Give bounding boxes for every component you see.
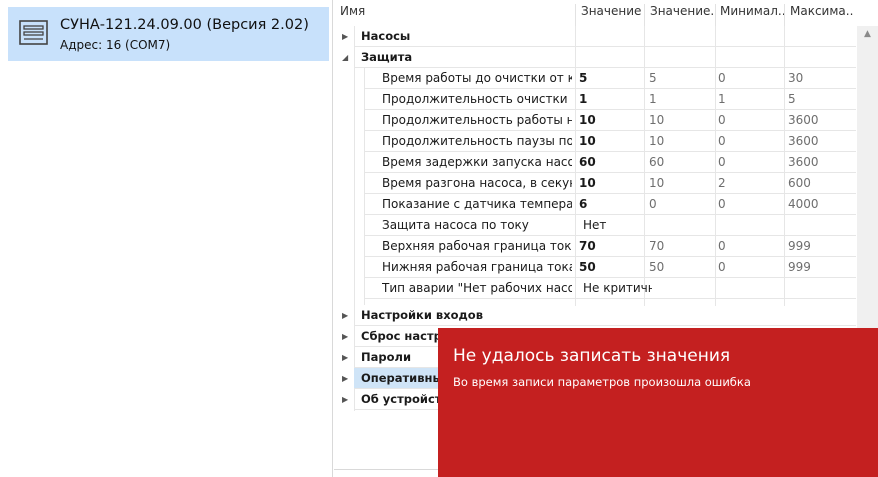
- device-panel: СУНА-121.24.09.00 (Версия 2.02) Адрес: 1…: [0, 0, 333, 477]
- group-row-pumps[interactable]: ▶ Насосы: [334, 26, 856, 47]
- param-max: 999: [788, 239, 811, 253]
- param-name: Время работы до очистки от кир...: [382, 71, 572, 85]
- param-max: 999: [788, 260, 811, 274]
- param-min: 1: [718, 92, 726, 106]
- device-card[interactable]: СУНА-121.24.09.00 (Версия 2.02) Адрес: 1…: [8, 7, 329, 61]
- chevron-right-icon[interactable]: ▶: [342, 326, 352, 347]
- param-max: 3600: [788, 155, 819, 169]
- group-row-inputs[interactable]: ▶ Настройки входов: [334, 305, 856, 326]
- param-value[interactable]: 10: [579, 110, 642, 131]
- column-header-value[interactable]: Значение: [581, 4, 645, 26]
- device-address: Адрес: 16 (COM7): [60, 38, 171, 52]
- parameter-row[interactable]: Тип аварии "Нет рабочих насосов" Не крити…: [334, 278, 856, 299]
- param-min: [718, 278, 781, 299]
- param-value[interactable]: Не критична: [583, 278, 652, 299]
- param-default: 10: [649, 134, 665, 148]
- parameter-row[interactable]: Время разгона насоса, в секундах 10 10 2 600: [334, 173, 856, 194]
- param-min: 0: [718, 155, 726, 169]
- param-min: 0: [718, 197, 726, 211]
- param-default: 70: [649, 239, 665, 253]
- param-max: 3600: [788, 134, 819, 148]
- parameter-row[interactable]: Время задержки запуска насоса... 60 60 0 360…: [334, 152, 856, 173]
- param-min: 0: [718, 71, 726, 85]
- param-name: Продолжительность паузы по ав...: [382, 134, 572, 148]
- parameter-row[interactable]: Продолжительность паузы по ав... 10 10 0 360…: [334, 131, 856, 152]
- param-min: 0: [718, 239, 726, 253]
- param-value[interactable]: 5: [579, 68, 642, 89]
- param-min: [718, 215, 781, 236]
- notification-message: Во время записи параметров произошла оши…: [453, 375, 751, 389]
- param-name: Время задержки запуска насоса...: [382, 155, 572, 169]
- param-default: 10: [649, 113, 665, 127]
- parameter-row[interactable]: Продолжительность очистки от к...1115: [334, 89, 856, 110]
- chevron-right-icon[interactable]: ▶: [342, 368, 352, 389]
- param-name: Защита насоса по току: [382, 218, 529, 232]
- chevron-right-icon[interactable]: ▶: [342, 305, 352, 326]
- param-max: [788, 215, 854, 236]
- param-name: Время разгона насоса, в секундах: [382, 176, 572, 190]
- group-label: Насосы: [361, 29, 411, 43]
- scroll-up-arrow-icon[interactable]: ▲: [857, 26, 878, 43]
- notification-title: Не удалось записать значения: [453, 346, 731, 366]
- parameter-row[interactable]: Продолжительность работы нас... 10 10 0 3600: [334, 110, 856, 131]
- param-name: Продолжительность работы нас...: [382, 113, 572, 127]
- param-value[interactable]: Нет: [583, 215, 652, 236]
- param-min: 2: [718, 176, 726, 190]
- param-value[interactable]: 50: [579, 257, 642, 278]
- param-max: 30: [788, 71, 804, 85]
- param-max: 600: [788, 176, 811, 190]
- chevron-right-icon[interactable]: ▶: [342, 347, 352, 368]
- param-default: 5: [649, 71, 657, 85]
- param-name: Верхняя рабочая граница тока на...: [382, 239, 572, 253]
- column-header-max[interactable]: Максима...: [790, 4, 854, 26]
- param-name: Тип аварии "Нет рабочих насосов": [382, 281, 572, 295]
- param-max: 5: [788, 92, 796, 106]
- param-name: Показание с датчика температур...: [382, 197, 572, 211]
- chevron-down-icon[interactable]: ◢: [342, 47, 352, 68]
- param-value[interactable]: 70: [579, 236, 642, 257]
- device-title: СУНА-121.24.09.00 (Версия 2.02): [60, 17, 309, 33]
- error-notification[interactable]: Не удалось записать значения Во время за…: [438, 328, 878, 477]
- param-min: 0: [718, 134, 726, 148]
- param-min: 0: [718, 260, 726, 274]
- group-label: Защита: [361, 50, 413, 64]
- chevron-right-icon[interactable]: ▶: [342, 26, 352, 47]
- group-row-protection[interactable]: ◢ Защита: [334, 47, 856, 68]
- device-icon: [19, 20, 48, 45]
- param-value[interactable]: 10: [579, 173, 642, 194]
- param-min: 0: [718, 113, 726, 127]
- param-default: 1: [649, 92, 657, 106]
- param-value[interactable]: 6: [579, 194, 642, 215]
- param-value[interactable]: 60: [579, 152, 642, 173]
- chevron-right-icon[interactable]: ▶: [342, 389, 352, 410]
- parameter-row[interactable]: Защита насоса по току Нет: [334, 215, 856, 236]
- param-default: [649, 278, 712, 299]
- group-label: Настройки входов: [361, 308, 483, 322]
- param-default: 60: [649, 155, 665, 169]
- parameter-row[interactable]: Время работы до очистки от кир... 55 0 30: [334, 68, 856, 89]
- column-header-default[interactable]: Значение...: [650, 4, 714, 26]
- parameter-row[interactable]: Верхняя рабочая граница тока на... 70 70 0 9…: [334, 236, 856, 257]
- param-value[interactable]: 1: [579, 89, 642, 110]
- param-default: 0: [649, 197, 657, 211]
- param-name: Нижняя рабочая граница тока на...: [382, 260, 572, 274]
- column-header-name[interactable]: Имя: [340, 4, 570, 26]
- param-default: [649, 215, 712, 236]
- param-name: Продолжительность очистки от к...: [382, 92, 572, 106]
- parameter-row[interactable]: Нижняя рабочая граница тока на... 50 50 0 99…: [334, 257, 856, 278]
- parameter-row[interactable]: Показание с датчика температур...6004000: [334, 194, 856, 215]
- param-value[interactable]: 10: [579, 131, 642, 152]
- param-max: [788, 278, 854, 299]
- column-header-min[interactable]: Минимал...: [720, 4, 784, 26]
- param-max: 3600: [788, 113, 819, 127]
- param-default: 10: [649, 176, 665, 190]
- param-default: 50: [649, 260, 665, 274]
- param-max: 4000: [788, 197, 819, 211]
